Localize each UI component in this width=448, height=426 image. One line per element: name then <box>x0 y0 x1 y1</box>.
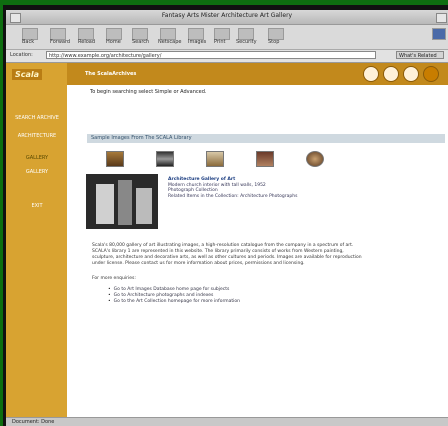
home-circle-icon[interactable] <box>383 66 399 82</box>
intro-text: To begin searching select Simple or Adva… <box>90 89 207 95</box>
feature-image-wing <box>136 188 152 224</box>
sidebar-item-search-archive[interactable]: SEARCH ARCHIVE <box>10 115 64 121</box>
security-button[interactable]: Security <box>236 39 257 45</box>
status-text: Document: Done <box>12 419 55 425</box>
sample-images-bar: Sample Images From The SCALA Library <box>87 134 445 143</box>
thumbnail-image[interactable] <box>256 151 274 167</box>
location-bar: Location: http://www.example.org/archite… <box>6 50 448 63</box>
status-bar: Document: Done <box>6 417 448 426</box>
description-paragraph: Scala's 80,000 gallery of art illustrati… <box>92 243 362 266</box>
help-icon[interactable] <box>363 66 379 82</box>
page-content: Scala SEARCH ARCHIVE ARCHITECTURE GALLER… <box>6 63 448 417</box>
sidebar-item-gallery-alt[interactable]: GALLERY <box>10 169 64 175</box>
search-circle-icon[interactable] <box>403 66 419 82</box>
sample-images-title: Sample Images From The SCALA Library <box>91 135 192 141</box>
print-button[interactable]: Print <box>214 39 226 45</box>
sidebar-item-gallery[interactable]: GALLERY <box>10 155 64 161</box>
location-label: Location: <box>10 52 33 58</box>
netscape-button[interactable]: Netscape <box>158 39 181 45</box>
related-link[interactable]: Go to the Art Collection homepage for mo… <box>108 299 240 305</box>
feature-image[interactable] <box>86 174 158 229</box>
home-button[interactable]: Home <box>106 39 121 45</box>
thumbnail-image[interactable] <box>306 151 324 167</box>
forward-button[interactable]: Forward <box>50 39 70 45</box>
title-bar[interactable]: Fantasy Arts Mister Architecture Art Gal… <box>6 10 448 25</box>
cart-circle-icon[interactable] <box>423 66 439 82</box>
netscape-logo-icon <box>432 28 446 40</box>
sidebar-item-architecture[interactable]: ARCHITECTURE <box>10 133 64 139</box>
location-input[interactable]: http://www.example.org/architecture/gall… <box>46 51 376 59</box>
related-list: Go to Art Images Database home page for … <box>108 287 240 305</box>
header-band: The ScalaArchives <box>67 63 448 85</box>
thumbnail-image[interactable] <box>206 151 224 167</box>
whats-related-button[interactable]: What's Related <box>396 51 444 59</box>
feature-image-tower <box>118 180 132 225</box>
stop-button[interactable]: Stop <box>268 39 279 45</box>
reload-button[interactable]: Reload <box>78 39 95 45</box>
back-button[interactable]: Back <box>22 39 34 45</box>
sidebar: Scala SEARCH ARCHIVE ARCHITECTURE GALLER… <box>6 63 67 417</box>
sidebar-item-exit[interactable]: EXIT <box>10 203 64 209</box>
images-button[interactable]: Images <box>188 39 206 45</box>
browser-window: Fantasy Arts Mister Architecture Art Gal… <box>6 10 448 426</box>
feature-caption: Architecture Gallery of Art Modern churc… <box>168 177 297 199</box>
thumbnail-image[interactable] <box>156 151 174 167</box>
navigation-toolbar: Back Forward Reload Home Search Netscape… <box>6 25 448 50</box>
header-title: The ScalaArchives <box>85 71 137 77</box>
search-button[interactable]: Search <box>132 39 149 45</box>
feature-line[interactable]: Related Items in the Collection: Archite… <box>168 194 297 200</box>
site-logo[interactable]: Scala <box>12 69 43 80</box>
thumbnail-image[interactable] <box>106 151 124 167</box>
related-heading: For more enquiries: <box>92 276 136 281</box>
window-title: Fantasy Arts Mister Architecture Art Gal… <box>161 12 293 19</box>
feature-image-wall <box>96 184 114 224</box>
